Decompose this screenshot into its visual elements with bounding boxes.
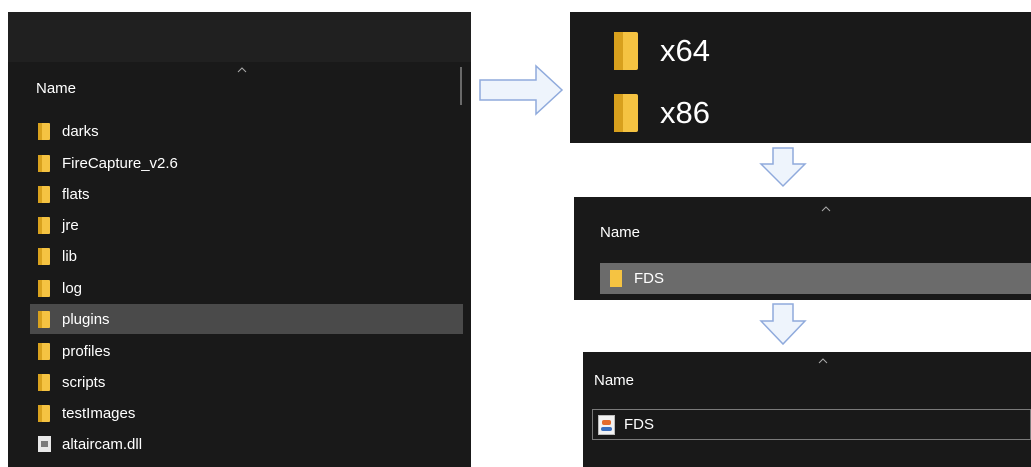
scrollbar[interactable] [460, 67, 462, 105]
folder-icon [38, 185, 50, 203]
folder-icon [38, 373, 50, 391]
sort-caret-icon [237, 67, 247, 73]
folder-item[interactable]: x86 [614, 94, 710, 132]
java-file-icon [598, 414, 615, 435]
name-column-header[interactable]: Name [594, 372, 634, 389]
item-label: x64 [660, 33, 710, 68]
folder-icon [38, 279, 50, 297]
list-item[interactable]: FireCapture_v2.6 [38, 148, 463, 178]
list-item-selected[interactable]: plugins [30, 304, 463, 334]
right-arrow-icon [479, 64, 564, 116]
down-arrow-icon [759, 303, 807, 346]
folder-icon [610, 270, 622, 287]
item-label: log [62, 279, 83, 297]
item-label: lib [62, 247, 78, 265]
item-label: profiles [62, 342, 111, 360]
list-item-selected[interactable]: FDS [600, 263, 1031, 294]
list-item[interactable]: jre [38, 210, 463, 240]
sort-caret-icon [818, 358, 828, 364]
item-label: altaircam.dll [62, 435, 143, 453]
folder-item[interactable]: x64 [614, 32, 710, 70]
folder-icon [38, 247, 50, 265]
list-item[interactable]: testImages [38, 398, 463, 428]
folder-icon [38, 216, 50, 234]
list-item[interactable]: FDS [592, 409, 1031, 440]
item-label: scripts [62, 373, 106, 391]
item-label: FDS [624, 416, 654, 433]
folder-icon [38, 404, 50, 422]
list-item[interactable]: profiles [38, 336, 463, 366]
dll-file-icon [38, 436, 51, 452]
list-item[interactable]: lib [38, 241, 463, 271]
name-column-header[interactable]: Name [600, 224, 640, 241]
fds-folder-panel: Name FDS [574, 197, 1031, 300]
list-item[interactable]: altaircam.dll [38, 429, 463, 459]
folder-icon [38, 342, 50, 360]
folder-icon [38, 122, 50, 140]
list-item[interactable]: scripts [38, 367, 463, 397]
item-label: darks [62, 122, 99, 140]
list-item[interactable]: log [38, 273, 463, 303]
list-item[interactable]: flats [38, 179, 463, 209]
item-label: plugins [62, 310, 110, 328]
item-label: testImages [62, 404, 136, 422]
item-label: jre [62, 216, 79, 234]
fds-file-panel: Name FDS [583, 352, 1031, 467]
list-item[interactable]: darks [38, 116, 463, 146]
down-arrow-icon [759, 147, 807, 188]
item-label: FDS [634, 270, 664, 287]
sort-caret-icon [821, 206, 831, 212]
folder-icon [38, 310, 50, 328]
plugins-explorer-panel: Name darks FireCapture_v2.6 flats jre li… [8, 12, 471, 467]
item-label: x86 [660, 95, 710, 130]
item-label: flats [62, 185, 90, 203]
folder-icon [38, 154, 50, 172]
title-strip [8, 12, 471, 62]
folder-icon [614, 32, 638, 70]
item-label: FireCapture_v2.6 [62, 154, 178, 172]
arch-folders-panel: x64 x86 [570, 12, 1031, 143]
folder-icon [614, 94, 638, 132]
name-column-header[interactable]: Name [36, 80, 76, 97]
